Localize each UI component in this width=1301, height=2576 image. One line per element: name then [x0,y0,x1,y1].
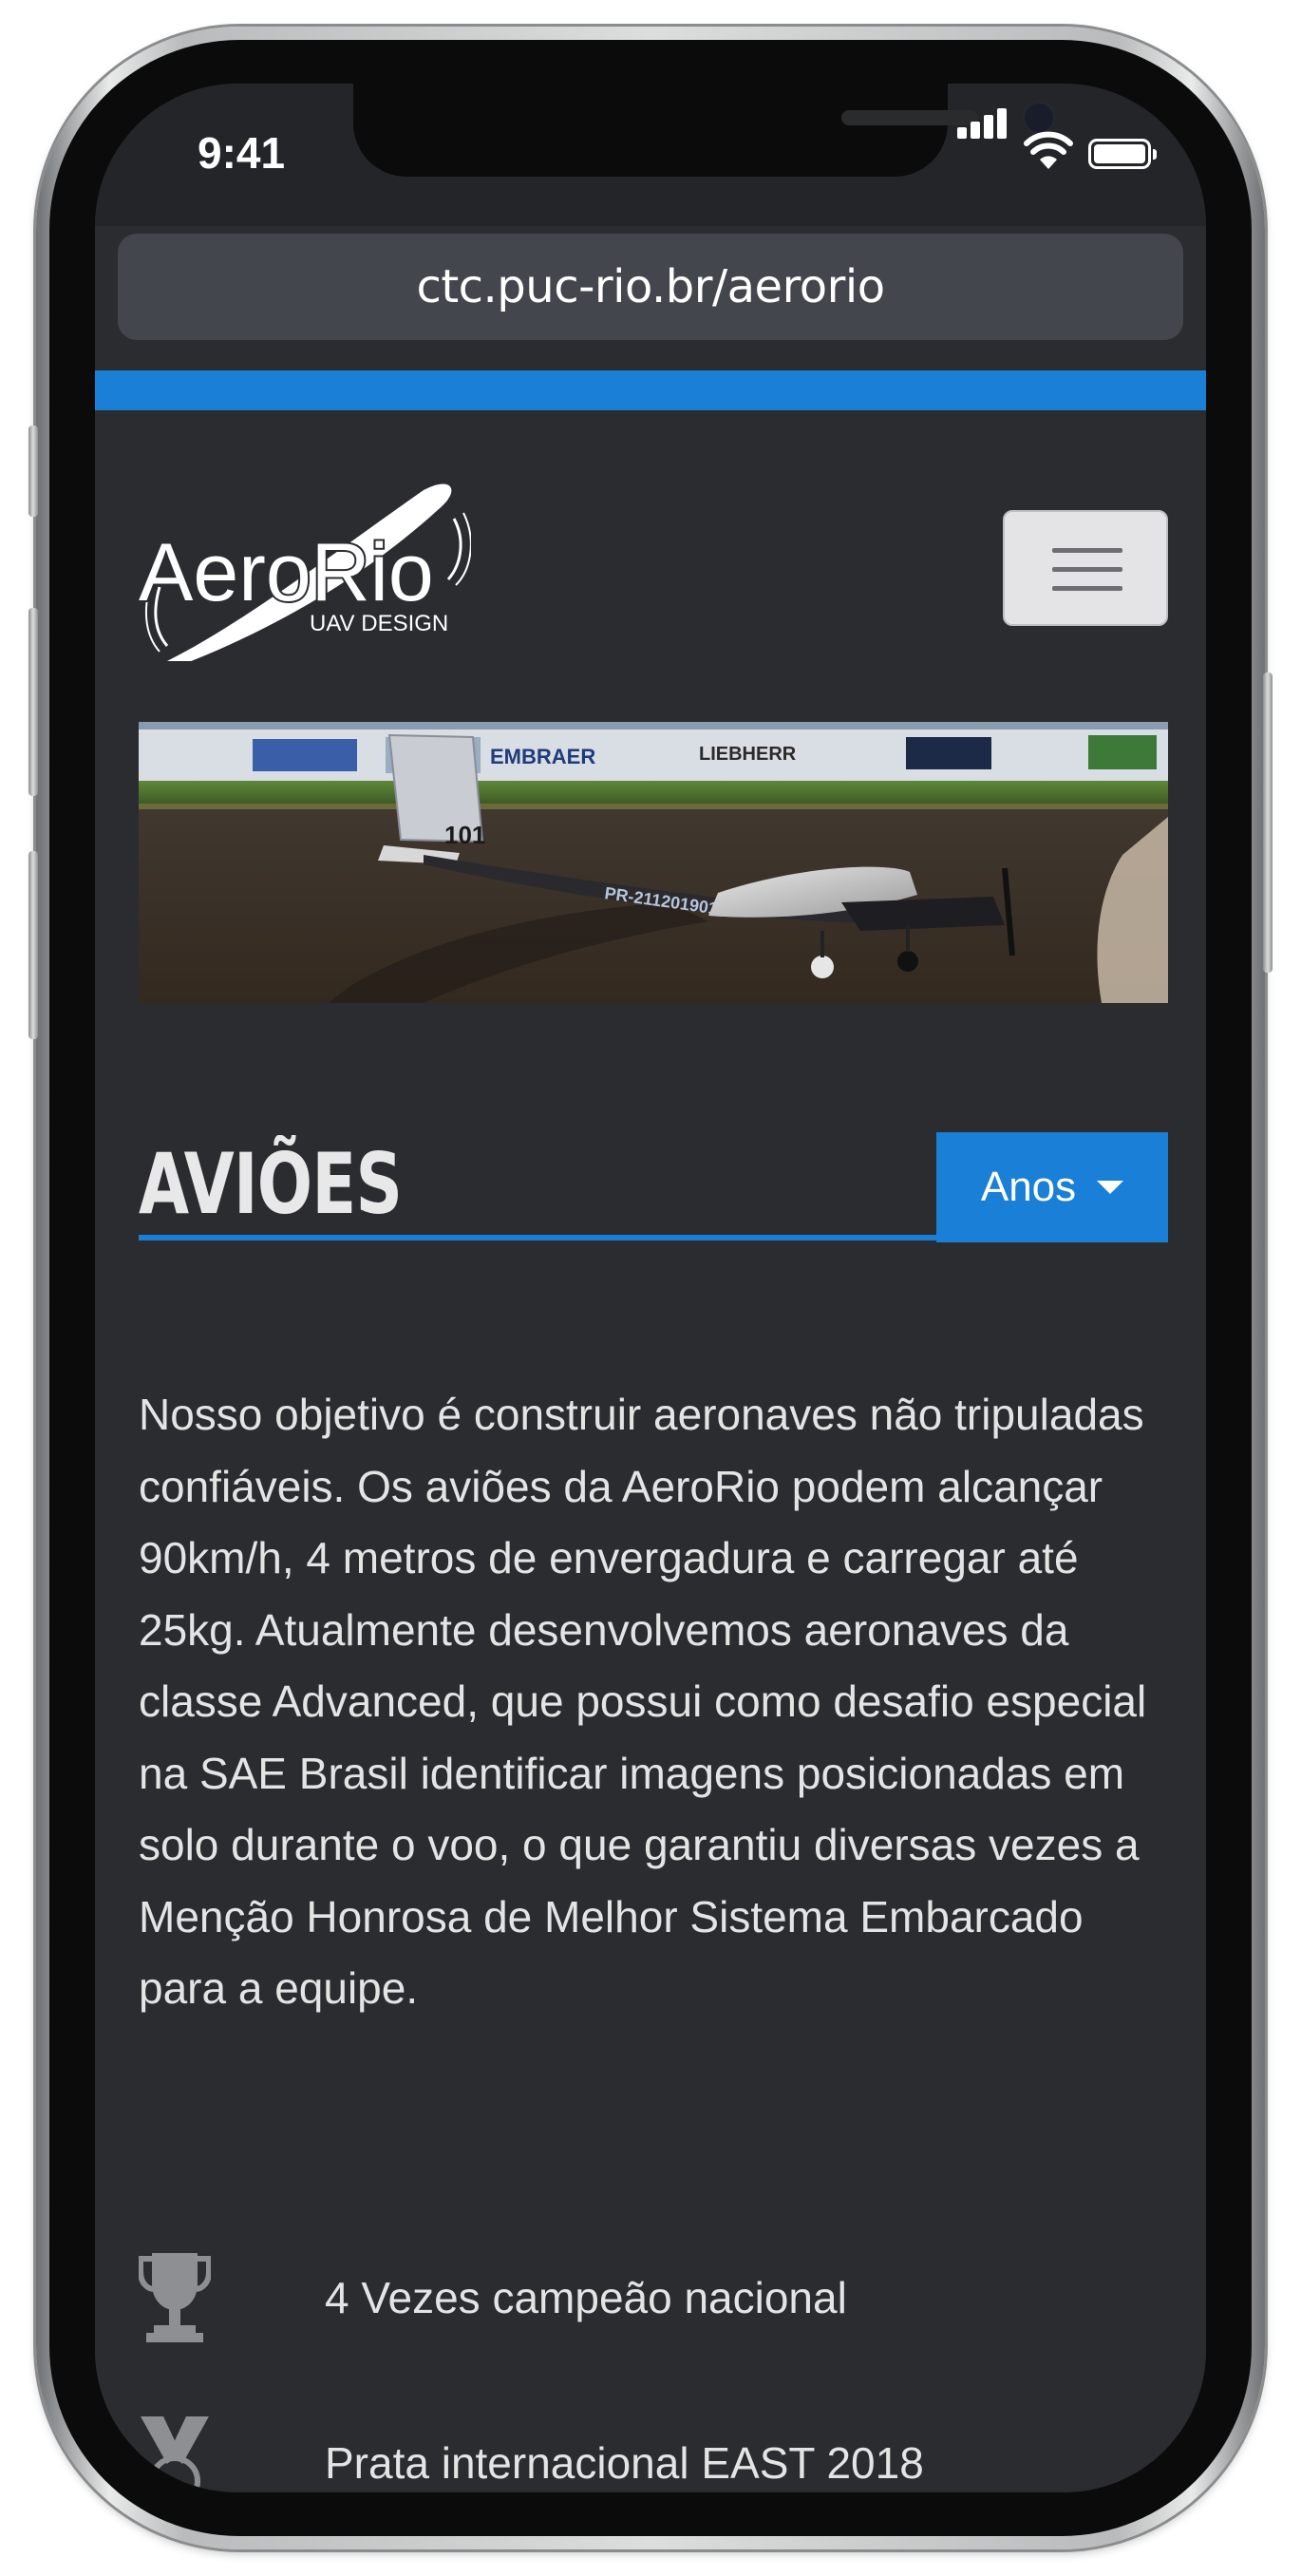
award-label: 4 Vezes campeão nacional [325,2273,847,2322]
aircraft-photo: EMBRAER LIEBHERR 101 PR-211201901 [139,722,1168,1003]
menu-toggle-button[interactable] [1003,510,1168,626]
award-item: Prata internacional EAST 2018 [139,2415,1168,2492]
volume-up-button [28,608,38,796]
years-dropdown-label: Anos [980,1164,1077,1210]
banner-sponsor-2: LIEBHERR [699,744,797,765]
mute-switch [28,426,38,517]
years-dropdown-button[interactable]: Anos [936,1132,1168,1242]
battery-icon [1088,139,1157,169]
medal-icon [141,2416,209,2492]
page-content: AeroRio UAV DESIGN EMBRAER LIEBHERR 101 … [95,410,1206,2492]
trophy-icon [139,2253,211,2342]
url-text[interactable]: ctc.puc-rio.br/aerorio [416,260,885,313]
logo-subtext: UAV DESIGN [310,611,448,636]
aerorio-logo[interactable]: AeroRio UAV DESIGN [139,481,471,661]
status-bar: 9:41 ctc.puc-rio.br/aerorio [95,84,1206,340]
award-label: Prata internacional EAST 2018 [325,2438,924,2488]
speaker-grille [841,110,978,125]
banner-sponsor-1: EMBRAER [490,745,595,768]
logo-text: AeroRio [139,527,434,618]
phone-screen: 9:41 ctc.puc-rio.br/aerorio AeroRio UAV … [95,84,1206,2492]
banner-tail-number: 101 [444,821,485,849]
hero-banner: EMBRAER LIEBHERR 101 PR-211201901 [139,722,1168,1003]
section-title: AVIÕES [139,1135,403,1233]
status-time: 9:41 [198,128,286,178]
front-camera [1022,101,1056,135]
caret-down-icon [1097,1181,1124,1194]
section-description: Nosso objetivo é construir aeronaves não… [139,1390,1147,2013]
volume-down-button [28,851,38,1039]
accent-bar [95,370,1206,410]
award-item: 4 Vezes campeão nacional [139,2249,1168,2354]
address-bar[interactable]: ctc.puc-rio.br/aerorio [118,234,1183,340]
notch [353,84,1056,177]
wifi-icon [1024,131,1073,169]
section-header: AVIÕES Anos [139,1132,1168,1242]
power-button [1263,672,1273,973]
